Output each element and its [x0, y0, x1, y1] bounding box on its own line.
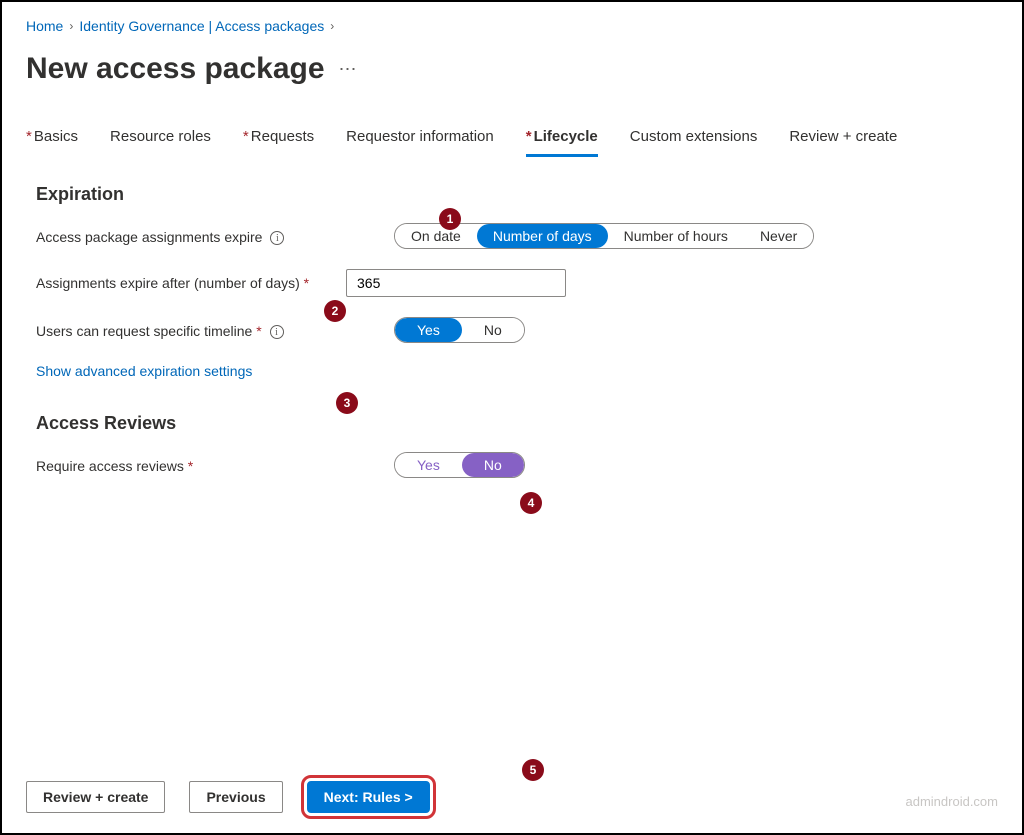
- option-yes[interactable]: Yes: [395, 453, 462, 477]
- option-yes[interactable]: Yes: [395, 318, 462, 342]
- label-text: Access package assignments expire: [36, 229, 262, 245]
- option-number-of-hours[interactable]: Number of hours: [608, 224, 744, 248]
- callout-badge-5: 5: [522, 759, 544, 781]
- section-title-expiration: Expiration: [36, 184, 998, 205]
- tab-basics[interactable]: *Basics: [26, 128, 78, 155]
- tab-label: Review + create: [789, 128, 897, 145]
- field-label: Access package assignments expire i: [36, 223, 346, 245]
- option-number-of-days[interactable]: Number of days: [477, 224, 608, 248]
- next-rules-button[interactable]: Next: Rules >: [307, 781, 430, 813]
- page-title: New access package: [26, 52, 325, 86]
- tab-review-create[interactable]: Review + create: [789, 128, 897, 155]
- field-request-timeline: Users can request specific timeline * i …: [36, 317, 998, 343]
- field-label: Require access reviews *: [36, 452, 346, 474]
- breadcrumb-identity-governance[interactable]: Identity Governance | Access packages: [79, 18, 324, 34]
- expire-type-selector: On date Number of days Number of hours N…: [394, 223, 814, 249]
- review-create-button[interactable]: Review + create: [26, 781, 165, 813]
- option-no[interactable]: No: [462, 318, 524, 342]
- info-icon[interactable]: i: [270, 325, 284, 339]
- chevron-right-icon: ›: [330, 19, 334, 33]
- previous-button[interactable]: Previous: [189, 781, 282, 813]
- tab-lifecycle[interactable]: *Lifecycle: [526, 128, 598, 155]
- callout-badge-4: 4: [520, 492, 542, 514]
- label-text: Assignments expire after (number of days…: [36, 275, 300, 291]
- breadcrumb-home[interactable]: Home: [26, 18, 63, 34]
- label-text: Users can request specific timeline: [36, 323, 252, 339]
- show-advanced-expiration-link[interactable]: Show advanced expiration settings: [36, 363, 252, 379]
- tab-bar: *Basics Resource roles *Requests Request…: [26, 128, 998, 156]
- tab-label: Resource roles: [110, 128, 211, 145]
- timeline-selector: Yes No: [394, 317, 525, 343]
- chevron-right-icon: ›: [69, 19, 73, 33]
- expire-after-input[interactable]: [346, 269, 566, 297]
- option-on-date[interactable]: On date: [395, 224, 477, 248]
- option-never[interactable]: Never: [744, 224, 813, 248]
- page-header: New access package ⋯: [26, 52, 998, 86]
- more-menu-icon[interactable]: ⋯: [339, 59, 359, 80]
- field-require-reviews: Require access reviews * Yes No: [36, 452, 998, 478]
- option-no[interactable]: No: [462, 453, 524, 477]
- breadcrumb: Home › Identity Governance | Access pack…: [26, 18, 998, 34]
- footer-actions: Review + create Previous Next: Rules >: [26, 781, 998, 813]
- info-icon[interactable]: i: [270, 231, 284, 245]
- tab-resource-roles[interactable]: Resource roles: [110, 128, 211, 155]
- label-text: Require access reviews: [36, 458, 184, 474]
- tab-label: Requestor information: [346, 128, 494, 145]
- field-expire-after: Assignments expire after (number of days…: [36, 269, 998, 297]
- field-label: Assignments expire after (number of days…: [36, 269, 346, 291]
- tab-label: Requests: [251, 128, 314, 145]
- tab-label: Lifecycle: [534, 128, 598, 145]
- field-assignments-expire: Access package assignments expire i On d…: [36, 223, 998, 249]
- tab-requests[interactable]: *Requests: [243, 128, 314, 155]
- section-title-access-reviews: Access Reviews: [36, 413, 998, 434]
- field-label: Users can request specific timeline * i: [36, 317, 346, 339]
- tab-requestor-info[interactable]: Requestor information: [346, 128, 494, 155]
- tab-label: Basics: [34, 128, 78, 145]
- tab-custom-extensions[interactable]: Custom extensions: [630, 128, 758, 155]
- require-reviews-selector: Yes No: [394, 452, 525, 478]
- watermark-text: admindroid.com: [906, 794, 999, 809]
- tab-label: Custom extensions: [630, 128, 758, 145]
